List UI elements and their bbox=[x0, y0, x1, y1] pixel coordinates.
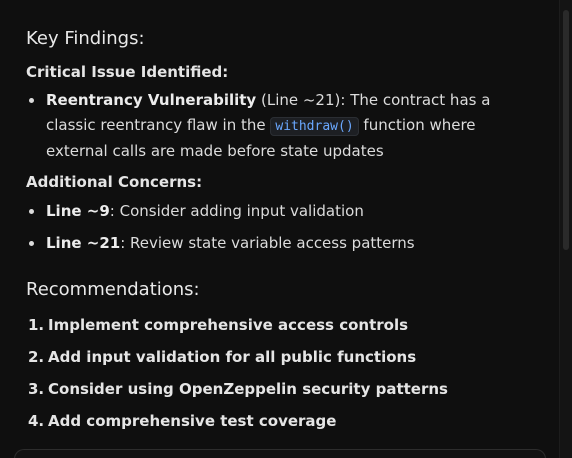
scrollbar-thumb[interactable] bbox=[563, 10, 569, 250]
recommendation-4-num: 4. bbox=[28, 412, 45, 430]
critical-issue-list: Reentrancy Vulnerability (Line ~21): The… bbox=[26, 88, 542, 164]
recommendation-1-num: 1. bbox=[28, 316, 45, 334]
recommendation-4: 4. Add comprehensive test coverage bbox=[26, 409, 542, 433]
critical-issue-heading: Critical Issue Identified: bbox=[26, 63, 229, 81]
recommendation-3: 3. Consider using OpenZeppelin security … bbox=[26, 377, 542, 401]
chat-response-panel: Key Findings: Critical Issue Identified:… bbox=[0, 0, 572, 458]
recommendation-2-num: 2. bbox=[28, 348, 45, 366]
withdraw-code: withdraw() bbox=[270, 117, 359, 136]
additional-concerns-heading: Additional Concerns: bbox=[26, 173, 203, 191]
message-input-box-edge[interactable] bbox=[14, 449, 546, 458]
recommendation-2-text: Add input validation for all public func… bbox=[48, 348, 417, 366]
reentrancy-line-ref: (Line ~21) bbox=[256, 91, 341, 109]
recommendation-1-text: Implement comprehensive access controls bbox=[48, 316, 409, 334]
line-21-text: : Review state variable access patterns bbox=[120, 234, 415, 252]
list-item-line-9: Line ~9: Consider adding input validatio… bbox=[26, 199, 542, 224]
recommendations-list: 1. Implement comprehensive access contro… bbox=[26, 313, 542, 433]
additional-concerns-list: Line ~9: Consider adding input validatio… bbox=[26, 199, 542, 256]
line-9-label: Line ~9 bbox=[46, 202, 110, 220]
response-content: Key Findings: Critical Issue Identified:… bbox=[26, 26, 542, 433]
recommendation-2: 2. Add input validation for all public f… bbox=[26, 345, 542, 369]
recommendation-1: 1. Implement comprehensive access contro… bbox=[26, 313, 542, 337]
vertical-scrollbar[interactable] bbox=[559, 0, 572, 458]
line-21-label: Line ~21 bbox=[46, 234, 121, 252]
recommendation-3-text: Consider using OpenZeppelin security pat… bbox=[48, 380, 448, 398]
recommendations-heading: Recommendations: bbox=[26, 279, 200, 300]
list-item-reentrancy: Reentrancy Vulnerability (Line ~21): The… bbox=[26, 88, 542, 164]
recommendation-3-num: 3. bbox=[28, 380, 45, 398]
line-9-text: : Consider adding input validation bbox=[109, 202, 364, 220]
reentrancy-label: Reentrancy Vulnerability bbox=[46, 91, 257, 109]
key-findings-heading: Key Findings: bbox=[26, 28, 145, 49]
list-item-line-21: Line ~21: Review state variable access p… bbox=[26, 231, 542, 256]
recommendation-4-text: Add comprehensive test coverage bbox=[48, 412, 337, 430]
